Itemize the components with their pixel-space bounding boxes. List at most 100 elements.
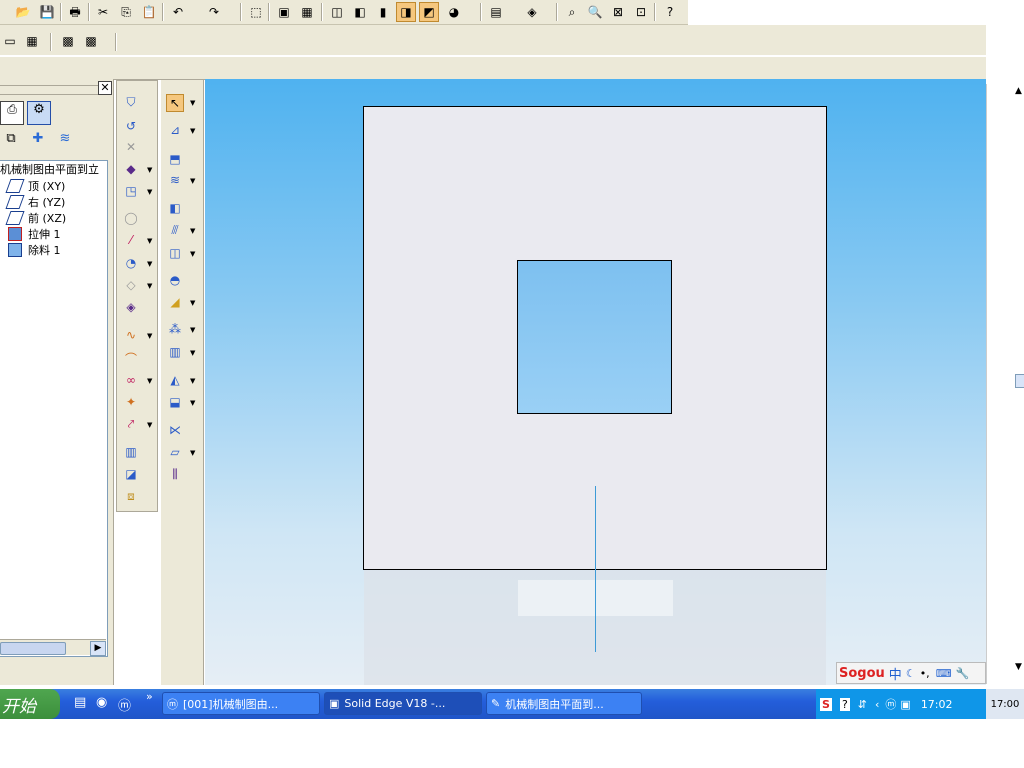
vent-icon[interactable]: ✦ [122,393,140,411]
scroll-up-icon[interactable]: ▲ [1015,86,1022,96]
paste-icon[interactable]: 📋 [139,2,159,22]
hole-icon[interactable]: ◯ [122,209,140,227]
close-icon[interactable]: ✕ [98,81,112,95]
cube-view-icon[interactable]: ◧ [350,2,370,22]
display-icon[interactable]: ◈ [522,2,542,22]
taskbar-item-3[interactable]: ✎ 机械制图由平面到... [486,692,642,715]
cutout-opening[interactable] [517,260,672,414]
scroll-right-icon[interactable]: ▶ [90,641,106,656]
reference-plane-icon[interactable]: ⁂ [166,320,184,338]
library-tab-icon[interactable]: ≋ [54,131,76,153]
extrude-feature-icon[interactable]: ⬒ [166,150,184,168]
open-icon[interactable]: 📂 [13,2,33,22]
hole-feature-icon[interactable]: ◫ [166,244,184,262]
zoom-area-icon[interactable]: ⌕ [562,2,582,22]
scroll-thumb[interactable] [1015,374,1024,388]
vertical-scrollbar[interactable]: ▲ ▼ [986,84,1024,684]
tree-item-right-plane[interactable]: 右 (YZ) [5,194,65,210]
punctuation-icon[interactable]: •, [920,667,930,680]
table-icon[interactable]: ▦ [22,31,42,51]
tree-scrollbar[interactable]: ▶ [0,639,106,656]
rib-icon[interactable]: ∿ [122,326,140,344]
tree-item-extrude[interactable]: 拉伸 1 [8,226,61,242]
chevron-left-icon[interactable]: ‹ [875,698,879,711]
media-tray-icon[interactable]: ⓜ [885,696,896,712]
globe-icon[interactable]: ◕ [444,2,464,22]
thin-wall-icon[interactable]: ◈ [122,298,140,316]
undo-icon[interactable]: ↶ [168,2,188,22]
display-tray-icon[interactable]: ▣ [900,698,910,711]
assembly-tab-icon[interactable]: ✚ [27,131,49,153]
shell-icon[interactable]: ◓ [166,271,184,289]
sketch-plane-icon[interactable]: ⊿ [166,121,184,139]
help-icon[interactable]: ? [660,2,680,22]
scroll-down-icon[interactable]: ▼ [1015,662,1022,672]
panel-grip[interactable] [0,85,110,95]
input-mode-label[interactable]: 中 [889,664,902,683]
chamfer-icon[interactable]: ◔ [122,254,140,272]
redo-icon[interactable]: ↷ [204,2,224,22]
moon-icon[interactable]: ☾ [906,667,916,680]
select-tool-icon[interactable]: ↖ [166,94,184,112]
layer-icon[interactable]: ▤ [486,2,506,22]
draft-icon[interactable]: ◇ [122,276,140,294]
blend-icon[interactable]: ◢ [166,293,184,311]
mirror-icon[interactable]: ◪ [122,465,140,483]
media-icon[interactable]: ⓜ [118,695,131,714]
pattern-feature-icon[interactable]: ▥ [166,343,184,361]
network-tray-icon[interactable]: ⇵ [858,698,867,711]
wrench-icon[interactable]: 🔧 [956,667,970,680]
helix-icon[interactable]: ◳ [122,182,140,200]
cut-icon[interactable]: ✂ [93,2,113,22]
copy-icon[interactable]: ⎘ [116,2,136,22]
sweep-icon[interactable]: ✕ [122,138,140,156]
taskbar-item-1[interactable]: ⓜ [001]机械制图由... [162,692,320,715]
emboss-icon[interactable]: ⤤ [122,415,140,433]
tree-item-front-plane[interactable]: 前 (XZ) [5,210,66,226]
intersect-icon[interactable]: ⋉ [166,421,184,439]
tree-item-top-plane[interactable]: 顶 (XY) [5,178,65,194]
offset-surface-icon[interactable]: ⬓ [166,393,184,411]
back-icon[interactable]: ⬚ [246,2,266,22]
cutout-feature-icon[interactable]: ◧ [166,199,184,217]
web-network-icon[interactable]: ⌒ [122,349,140,367]
lip-icon[interactable]: ∞ [122,371,140,389]
loft-icon[interactable]: ◆ [122,160,140,178]
mirror-feature-icon[interactable]: ⫼ [166,465,184,483]
round-icon[interactable]: ⁄ [122,231,140,249]
keyboard-icon[interactable]: ⌨ [936,667,952,680]
protrusion-icon[interactable]: ⛉ [122,93,140,111]
tree-item-cutout[interactable]: 除料 1 [8,242,61,258]
layers-tab-icon[interactable]: ⧉ [0,131,22,153]
help-tray-icon[interactable]: ? [839,697,850,711]
tree-root-label[interactable]: 机械制图由平面到立 [0,161,99,177]
taskbar-item-2[interactable]: ▣ Solid Edge V18 -... [324,692,482,715]
scroll-thumb[interactable] [0,642,66,655]
settings-icon[interactable]: ⚙ [27,101,51,125]
zoom-icon[interactable]: 🔍 [585,2,605,22]
browser-icon[interactable]: ◉ [96,695,107,710]
fit-all-icon[interactable]: ⊠ [608,2,628,22]
sketch-icon[interactable]: ▭ [0,31,20,51]
revolve-icon[interactable]: ↺ [122,117,140,135]
part-copy-icon[interactable]: ⧈ [122,487,140,505]
grid-icon[interactable]: ▩ [58,31,78,51]
render-icon[interactable]: ◩ [419,2,439,22]
iso-view-icon[interactable]: ◫ [327,2,347,22]
show-desktop-icon[interactable]: ▤ [74,695,86,710]
start-button[interactable]: 开始 [0,689,60,719]
view-icon[interactable]: ▣ [274,2,294,22]
face-icon[interactable]: ◭ [166,371,184,389]
fit-icon[interactable]: ▦ [297,2,317,22]
chevron-right-icon[interactable]: » [146,690,153,703]
pattern-icon[interactable]: ▥ [122,443,140,461]
shaded-edges-icon[interactable]: ◨ [396,2,416,22]
pan-icon[interactable]: ⊡ [631,2,651,22]
feature-pathfinder-icon[interactable]: ⎙ [0,101,24,125]
ime-toolbar[interactable]: Sogou 中 ☾ •, ⌨ 🔧 [836,662,986,684]
grid-snap-icon[interactable]: ▩ [81,31,101,51]
sheet-icon[interactable]: ▱ [166,443,184,461]
revolved-cut-icon[interactable]: ⫻ [166,221,184,239]
sogou-tray-icon[interactable]: S [820,697,832,711]
save-icon[interactable]: 💾 [37,2,57,22]
